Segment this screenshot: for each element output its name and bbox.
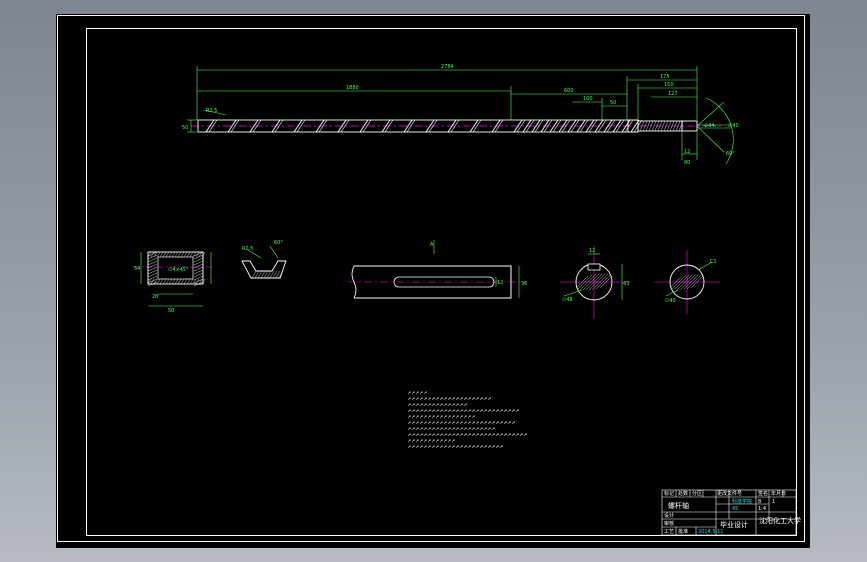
tb-drawing-no: 科技学院 [732, 498, 752, 505]
section-a-dim-diameter: ∅48 [562, 297, 573, 303]
title-block-text: 标记 处数 分区 更改文件号 签名 年月日 螺杆轴 设计 审核 工艺 批准 20… [664, 490, 801, 535]
profile-dim-r: R2.5 [242, 246, 253, 252]
section-b-view: ∅40 C1 [654, 250, 720, 314]
tb-hdr-5: 年月日 [771, 490, 786, 497]
dim-r3: 127 [668, 91, 678, 97]
tb-scale: 1:4 [758, 506, 766, 512]
tb-hdr-0: 标记 [664, 490, 674, 497]
tb-label-design: 设计 [664, 512, 674, 519]
bushing-dim-chamfer: ∅4×45° [168, 267, 189, 273]
bushing-section-view: 54 28 50 ∅4×45° [134, 251, 214, 314]
dim-r2: 150 [664, 82, 674, 88]
tb-part-name: 螺杆轴 [668, 501, 689, 510]
tb-sheet: 1 [772, 499, 775, 505]
keyway-shaft-view: A 36 12 [348, 240, 527, 299]
section-b-dim-diameter: ∅40 [665, 298, 676, 304]
bushing-dim-w2: 50 [168, 308, 174, 314]
dim-length-left: 1880 [346, 85, 359, 91]
drawing-canvas: 2784 1880 600 175 150 127 100 50 50 R2.5… [57, 15, 805, 542]
section-a-dim-width: 12 [589, 248, 595, 254]
dim-left-side: 50 [182, 125, 188, 131]
tb-school: 沈阳化工大学 [759, 516, 801, 525]
tb-label-process: 工艺 [664, 529, 674, 535]
dim-length-mid: 600 [564, 88, 574, 94]
dim-pitch: R2.5 [206, 108, 217, 114]
profile-dim-angle: 60° [274, 240, 283, 246]
section-a-view: 12 43 ∅48 [560, 246, 631, 319]
dim-s2: 50 [610, 100, 616, 106]
dim-key2: 12 [684, 149, 690, 155]
cad-viewport[interactable]: 2784 1880 600 175 150 127 100 50 50 R2.5… [56, 14, 810, 548]
dim-diam1: ∅44 [704, 123, 715, 129]
technical-requirements-notes [407, 390, 527, 449]
keyway-dim-height: 12 [497, 280, 503, 286]
tb-material: 45 [732, 506, 738, 512]
dim-s1: 100 [583, 96, 593, 102]
keyway-label-a: A [430, 242, 434, 248]
dim-diam2: ∅40 [728, 123, 739, 129]
tb-mass: 8 [758, 499, 761, 505]
screw-shaft-view: 2784 1880 600 175 150 127 100 50 50 R2.5… [182, 64, 739, 166]
thread-profile-detail: R2.5 60° [241, 240, 287, 279]
section-b-dim-chamfer: C1 [710, 259, 717, 265]
tb-date: 2014.5.11 [698, 529, 723, 535]
tb-project: 毕业设计 [720, 520, 748, 529]
dim-angle: 60° [726, 151, 735, 157]
tb-label-approve: 批准 [678, 528, 688, 535]
tb-hdr-2: 分区 [692, 490, 702, 497]
tb-hdr-4: 签名 [758, 490, 768, 497]
bushing-dim-w1: 28 [152, 294, 158, 300]
keyway-dim-width: 36 [521, 281, 527, 287]
section-a-dim-height: 43 [623, 281, 629, 287]
dim-key: 80 [684, 160, 690, 166]
tb-hdr-3: 更改文件号 [717, 490, 742, 497]
tb-hdr-1: 处数 [678, 490, 688, 497]
bushing-dim-height: 54 [134, 266, 140, 272]
tb-label-review: 审核 [664, 520, 674, 527]
dim-total-length: 2784 [441, 64, 454, 70]
outer-border [57, 15, 805, 542]
dim-r1: 175 [660, 74, 670, 80]
